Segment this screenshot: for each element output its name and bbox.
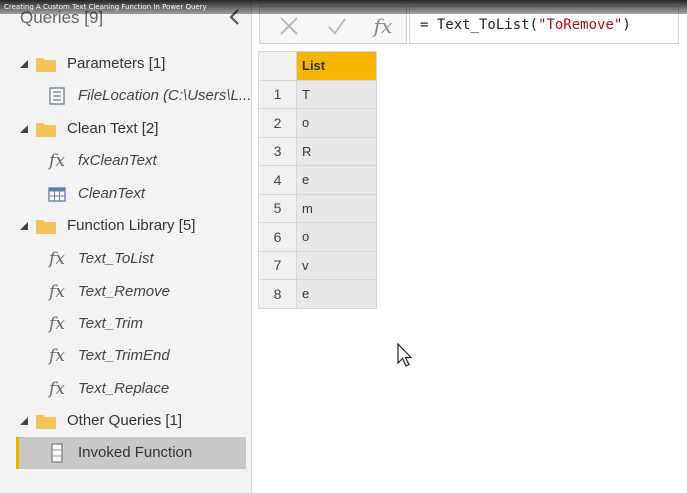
queries-pane: Queries [9] Parameters [1] FileLocation … [0, 0, 252, 493]
group-parameters[interactable]: Parameters [1] [0, 48, 252, 80]
row-number: 8 [258, 279, 297, 309]
query-item-text-remove[interactable]: fx Text_Remove [0, 276, 252, 308]
group-label: Function Library [5] [67, 217, 196, 234]
group-function-library[interactable]: Function Library [5] [0, 210, 252, 242]
cancel-formula-button[interactable] [274, 11, 304, 41]
row-number: 7 [258, 250, 297, 280]
function-icon: fx [49, 346, 65, 366]
query-item-invoked-function[interactable]: Invoked Function [16, 437, 246, 469]
table-cell[interactable]: v [296, 250, 377, 280]
data-grid: List 1T 2o 3R 4e 5m 6o 7v 8e [258, 51, 377, 309]
group-label: Clean Text [2] [67, 120, 159, 137]
mouse-cursor-icon [397, 343, 413, 367]
table-row: 2o [258, 108, 377, 138]
table-row: 1T [258, 79, 377, 109]
table-row: 3R [258, 136, 377, 166]
table-cell[interactable]: o [296, 222, 377, 252]
query-label: Text_Trim [78, 315, 144, 332]
group-label: Parameters [1] [67, 55, 166, 72]
close-icon [280, 17, 298, 35]
query-item-fxcleantext[interactable]: fx fxCleanText [0, 145, 252, 177]
table-row: 8e [258, 279, 377, 309]
query-label: Text_ToList [78, 250, 154, 267]
row-number: 6 [258, 222, 297, 252]
query-label: fxCleanText [78, 152, 157, 169]
folder-icon [36, 123, 56, 137]
query-label: CleanText [78, 185, 145, 202]
query-item-text-trim[interactable]: fx Text_Trim [0, 308, 252, 340]
table-cell[interactable]: m [296, 193, 377, 223]
column-header-list[interactable]: List [296, 51, 377, 81]
expanded-triangle-icon[interactable] [19, 221, 29, 231]
table-cell[interactable]: T [296, 79, 377, 109]
table-cell[interactable]: e [296, 279, 377, 309]
function-icon: fx [49, 314, 65, 334]
table-cell[interactable]: e [296, 165, 377, 195]
query-item-filelocation[interactable]: FileLocation (C:\Users\L... [0, 80, 252, 112]
formula-prefix: = Text_ToList( [420, 17, 539, 33]
commit-formula-button[interactable] [322, 11, 352, 41]
insert-function-button[interactable]: fx [368, 11, 398, 41]
table-row: 7v [258, 250, 377, 280]
group-other-queries[interactable]: Other Queries [1] [0, 405, 252, 437]
group-label: Other Queries [1] [67, 412, 183, 429]
folder-icon [36, 220, 56, 234]
parameter-icon [46, 86, 68, 106]
table-row: 5m [258, 193, 377, 223]
row-number: 2 [258, 108, 297, 138]
query-label: Text_Remove [78, 283, 170, 300]
query-item-text-tolist[interactable]: fx Text_ToList [0, 243, 252, 275]
fx-icon: fx [373, 14, 393, 38]
formula-suffix: ) [622, 17, 631, 33]
query-item-cleantext[interactable]: CleanText [0, 178, 252, 210]
expanded-triangle-icon[interactable] [19, 59, 29, 69]
expanded-triangle-icon[interactable] [19, 416, 29, 426]
query-label: Invoked Function [78, 444, 193, 461]
row-number: 3 [258, 136, 297, 166]
query-item-text-replace[interactable]: fx Text_Replace [0, 373, 252, 405]
query-label: FileLocation (C:\Users\L... [78, 87, 252, 104]
function-icon: fx [49, 151, 65, 171]
table-cell[interactable]: o [296, 108, 377, 138]
table-row: 6o [258, 222, 377, 252]
folder-icon [36, 58, 56, 72]
row-number: 1 [258, 79, 297, 109]
table-cell[interactable]: R [296, 136, 377, 166]
function-icon: fx [49, 249, 65, 269]
video-title-bar: Creating A Custom Text Cleaning Function… [0, 0, 687, 14]
formula-string-argument: "ToRemove" [538, 17, 623, 33]
query-label: Text_TrimEnd [78, 347, 170, 364]
function-icon: fx [49, 282, 65, 302]
table-icon [46, 184, 68, 204]
query-label: Text_Replace [78, 380, 170, 397]
row-number: 4 [258, 165, 297, 195]
table-row: 4e [258, 165, 377, 195]
expanded-triangle-icon[interactable] [19, 124, 29, 134]
checkmark-icon [328, 18, 346, 35]
group-clean-text[interactable]: Clean Text [2] [0, 113, 252, 145]
folder-icon [36, 415, 56, 429]
query-item-text-trimend[interactable]: fx Text_TrimEnd [0, 340, 252, 372]
function-icon: fx [49, 379, 65, 399]
row-number: 5 [258, 193, 297, 223]
list-icon [46, 443, 68, 463]
grid-corner[interactable] [258, 51, 297, 81]
